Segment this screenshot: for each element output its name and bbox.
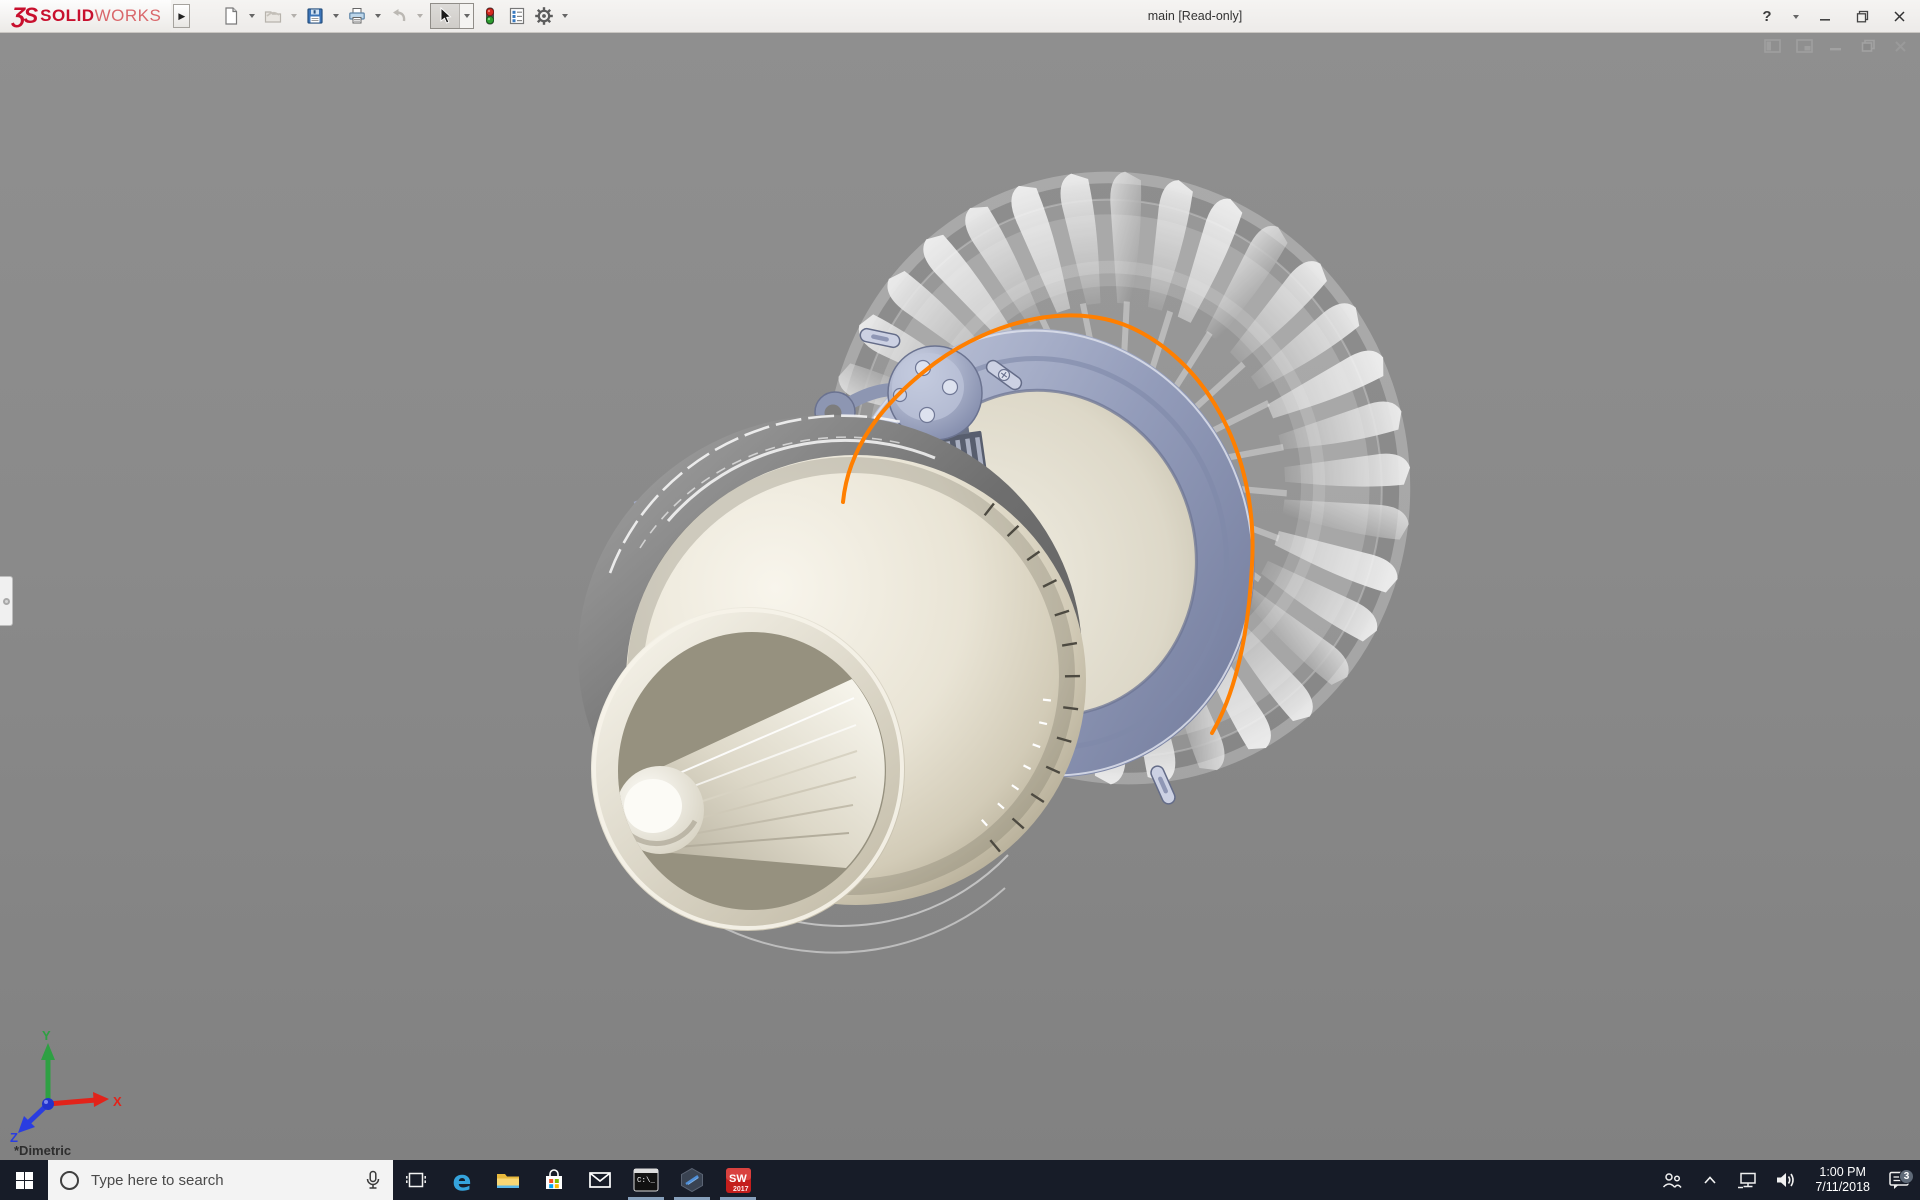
logo-text-bold: SOLID [40,6,95,25]
undo-dropdown-caret[interactable] [417,14,424,18]
options-button[interactable] [531,3,557,29]
store-icon [546,1169,562,1189]
options-gear-icon [535,7,554,25]
mail-icon [589,1172,611,1188]
print-dropdown-caret[interactable] [375,14,382,18]
hidden-icons-button[interactable] [1693,1175,1727,1185]
options-dropdown-caret[interactable] [562,14,569,18]
edge-icon: e [452,1163,472,1197]
task-view-icon [406,1172,426,1188]
pane-bottom-icon[interactable] [1794,38,1814,54]
print-button[interactable] [344,3,370,29]
feature-panel-tab[interactable] [0,576,13,626]
clock-time: 1:00 PM [1819,1165,1866,1179]
notification-badge: 3 [1899,1169,1914,1184]
close-icon [1893,11,1905,22]
people-icon [1663,1173,1682,1188]
view-orientation-label: *Dimetric [14,1143,72,1158]
titlebar: ƷS SOLID WORKS ▶ main [Read-only] ? [0,0,1920,33]
menu-expand-button[interactable]: ▶ [173,4,191,28]
taskbar-clock[interactable]: 1:00 PM 7/11/2018 [1807,1165,1878,1195]
select-dropdown-caret[interactable] [459,4,474,28]
reference-triad[interactable]: Y X Z [6,1026,136,1144]
save-button[interactable] [302,3,328,29]
volume-button[interactable] [1769,1171,1803,1189]
taskbar-item-solidworks[interactable]: SW 2017 [715,1160,761,1200]
open-icon [265,11,282,23]
volume-icon [1777,1173,1795,1187]
restore-icon [1856,10,1868,23]
solidworks-logo-glyph: ƷS [12,3,38,28]
viewport-restore-button[interactable] [1858,38,1878,54]
graphics-viewport[interactable]: Y X Z *Dimetric [0,33,1920,1160]
file-properties-icon [510,7,525,25]
network-button[interactable] [1731,1171,1765,1189]
undo-icon [393,9,406,22]
sw-icon-letters: SW [729,1173,747,1185]
new-document-button[interactable] [218,3,244,29]
task-view-button[interactable] [393,1160,439,1200]
save-dropdown-caret[interactable] [333,14,340,18]
rebuild-button[interactable] [477,3,503,29]
taskbar-item-command-prompt[interactable]: C:\_ [623,1160,669,1200]
viewport-minimize-button[interactable] [1826,38,1846,54]
logo-text-light: WORKS [94,6,162,25]
minimize-button[interactable] [1810,4,1840,30]
rebuild-traffic-light-icon [486,7,495,25]
viewport-window-controls [1762,38,1910,54]
people-button[interactable] [1655,1171,1689,1189]
close-button[interactable] [1884,4,1914,30]
window-controls: ? [1752,0,1914,33]
hexagon-app-icon [681,1167,703,1193]
open-button[interactable] [260,3,286,29]
new-document-icon [225,7,238,25]
toolbar [218,3,572,29]
cortana-icon [60,1170,79,1190]
triad-z-label: Z [10,1130,18,1144]
taskbar-item-file-explorer[interactable] [485,1160,531,1200]
windows-logo-icon [15,1171,33,1189]
taskbar-item-edge[interactable]: e [439,1160,485,1200]
triad-y-label: Y [42,1028,51,1043]
restore-button[interactable] [1847,4,1877,30]
open-dropdown-caret[interactable] [291,14,298,18]
document-title: main [Read-only] [1147,9,1243,23]
clock-date: 7/11/2018 [1815,1180,1870,1194]
help-dropdown-caret[interactable] [1793,14,1799,19]
pane-left-icon[interactable] [1762,38,1782,54]
select-tool-button[interactable] [431,4,460,28]
new-dropdown-caret[interactable] [249,14,256,18]
triad-x-label: X [113,1094,122,1109]
system-tray: 1:00 PM 7/11/2018 3 [1655,1160,1920,1200]
sw-icon-year: 2017 [733,1186,749,1193]
solidworks-logo: ƷS SOLID WORKS [0,0,172,32]
file-explorer-icon [497,1174,519,1188]
undo-button[interactable] [386,3,412,29]
action-center-button[interactable]: 3 [1882,1169,1916,1190]
solidworks-2017-icon: SW 2017 [725,1167,751,1193]
file-properties-button[interactable] [504,3,530,29]
select-tool-group [430,3,475,29]
select-arrow-icon [440,7,452,24]
search-placeholder: Type here to search [91,1171,224,1189]
chevron-up-icon [1704,1176,1716,1184]
minimize-icon [1820,18,1830,21]
engine-model[interactable] [0,33,1920,1160]
viewport-close-button[interactable] [1890,38,1910,54]
cmd-prompt-text: C:\_ [637,1177,656,1185]
print-icon [349,8,366,24]
taskbar-item-store[interactable] [531,1160,577,1200]
panel-tab-handle-icon [2,597,10,605]
microphone-icon[interactable] [365,1170,381,1190]
network-icon [1738,1172,1757,1189]
help-button[interactable]: ? [1752,4,1782,30]
command-prompt-icon: C:\_ [633,1168,659,1192]
save-icon [307,8,323,24]
start-button[interactable] [0,1160,48,1200]
taskbar-item-mail[interactable] [577,1160,623,1200]
taskbar-search[interactable]: Type here to search [48,1160,393,1200]
taskbar: Type here to search e C:\_ SW 2017 1:00 … [0,1160,1920,1200]
taskbar-item-hexagon-app[interactable] [669,1160,715,1200]
